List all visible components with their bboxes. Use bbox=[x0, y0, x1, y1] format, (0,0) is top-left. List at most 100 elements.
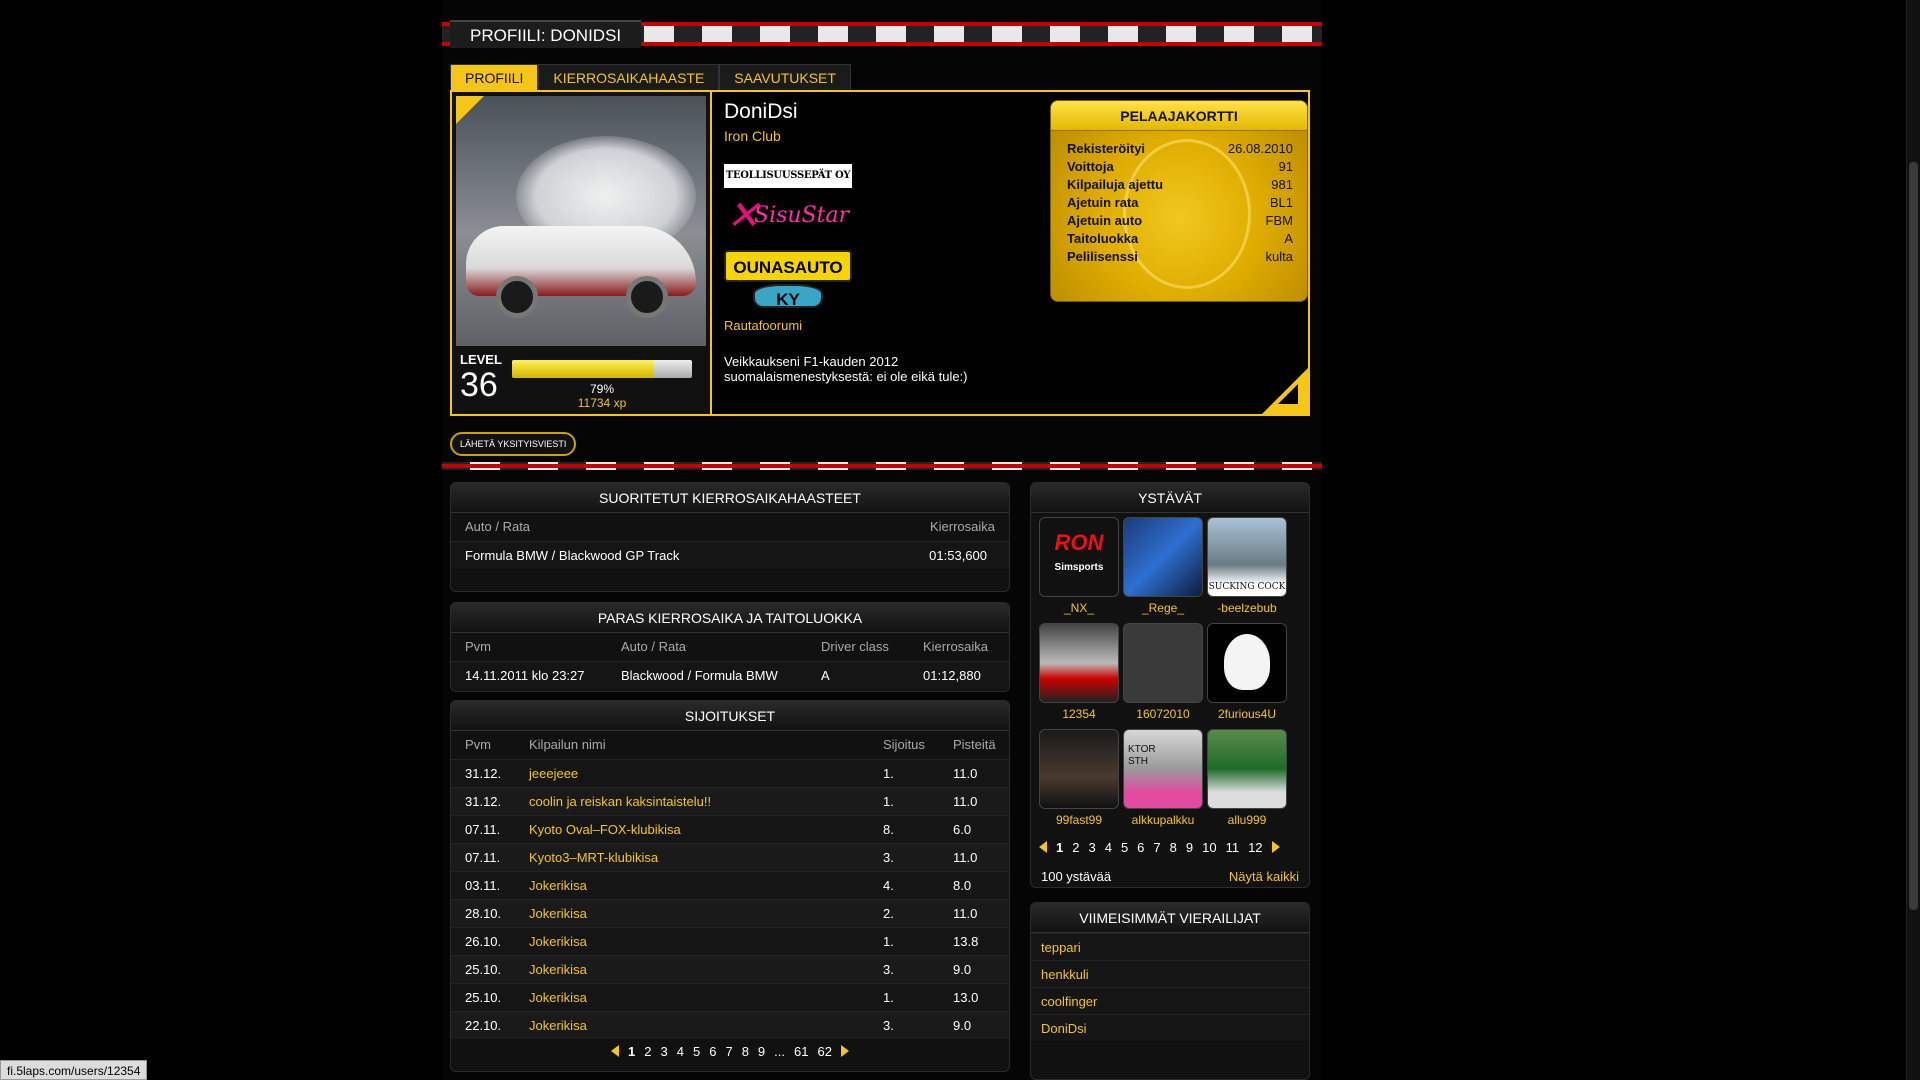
friend-avatar[interactable] bbox=[1123, 623, 1203, 703]
table-row[interactable]: Formula BMW / Blackwood GP Track 01:53,6… bbox=[451, 540, 1009, 569]
friend-avatar[interactable] bbox=[1039, 729, 1119, 809]
title-bar: PROFIILI: DONIDSI bbox=[442, 20, 1322, 48]
friend-avatar[interactable] bbox=[1123, 517, 1203, 597]
page-scrollbar[interactable] bbox=[1906, 0, 1920, 1080]
friend-item[interactable]: KTOR STH alkkupalkku bbox=[1123, 729, 1203, 831]
page-link[interactable]: 1 bbox=[628, 1044, 635, 1059]
placement-race-name[interactable]: Jokerikisa bbox=[515, 870, 869, 899]
page-link[interactable]: 9 bbox=[758, 1044, 765, 1059]
table-row[interactable]: 28.10. Jokerikisa 2. 11.0 bbox=[451, 898, 1009, 927]
page-link[interactable]: 5 bbox=[693, 1044, 700, 1059]
page-link[interactable]: 7 bbox=[725, 1044, 732, 1059]
tab-profile[interactable]: PROFIILI bbox=[450, 64, 539, 90]
avatar-text: SUCKING COCK bbox=[1208, 582, 1286, 592]
xp-progress-fill bbox=[512, 360, 655, 378]
placement-race-name[interactable]: coolin ja reiskan kaksintaistelu!! bbox=[515, 786, 869, 815]
table-row[interactable]: 26.10. Jokerikisa 1. 13.8 bbox=[451, 926, 1009, 955]
show-all-friends-link[interactable]: Näytä kaikki bbox=[1229, 869, 1299, 884]
page-link[interactable]: 8 bbox=[1170, 840, 1177, 855]
wheel-shape bbox=[626, 276, 668, 318]
placement-race-name[interactable]: Jokerikisa bbox=[515, 954, 869, 983]
friend-item[interactable]: SUCKING COCK -beelzebub bbox=[1207, 517, 1287, 619]
placement-race-name[interactable]: Jokerikisa bbox=[515, 1010, 869, 1039]
sponsor-logo-ounasauto[interactable]: OUNASAUTO KY bbox=[724, 250, 852, 314]
friend-avatar[interactable]: RON Simsports bbox=[1039, 517, 1119, 597]
friend-item[interactable]: 99fast99 bbox=[1039, 729, 1119, 831]
tab-achievements[interactable]: SAAVUTUKSET bbox=[719, 64, 851, 90]
page-link[interactable]: 6 bbox=[709, 1044, 716, 1059]
placement-race-name[interactable]: Kyoto3–MRT-klubikisa bbox=[515, 842, 869, 871]
table-row[interactable]: 31.12. coolin ja reiskan kaksintaistelu!!… bbox=[451, 786, 1009, 815]
table-row[interactable]: 07.11. Kyoto Oval–FOX-klubikisa 8. 6.0 bbox=[451, 814, 1009, 843]
section-separator bbox=[442, 462, 1322, 470]
visitor-link[interactable]: teppari bbox=[1031, 933, 1309, 960]
friend-item[interactable]: allu999 bbox=[1207, 729, 1287, 831]
card-key: Voittoja bbox=[1067, 158, 1114, 174]
friend-item[interactable]: 16072010 bbox=[1123, 623, 1203, 725]
table-row[interactable]: 03.11. Jokerikisa 4. 8.0 bbox=[451, 870, 1009, 899]
friend-item[interactable]: _Rege_ bbox=[1123, 517, 1203, 619]
table-row[interactable]: 25.10. Jokerikisa 3. 9.0 bbox=[451, 954, 1009, 983]
friend-avatar[interactable] bbox=[1039, 623, 1119, 703]
table-row[interactable]: 31.12. jeeejeee 1. 11.0 bbox=[451, 758, 1009, 787]
tab-lap-challenge[interactable]: KIERROSAIKAHAASTE bbox=[538, 64, 720, 90]
friend-name[interactable]: _NX_ bbox=[1039, 597, 1119, 619]
placement-date: 28.10. bbox=[451, 898, 515, 927]
visitor-link[interactable]: henkkuli bbox=[1031, 960, 1309, 987]
friend-name[interactable]: 2furious4U bbox=[1207, 703, 1287, 725]
scrollbar-thumb[interactable] bbox=[1909, 162, 1918, 910]
visitor-link[interactable]: coolfinger bbox=[1031, 987, 1309, 1014]
page-link[interactable]: 10 bbox=[1202, 840, 1216, 855]
page-link[interactable]: 9 bbox=[1186, 840, 1193, 855]
table-row[interactable]: 22.10. Jokerikisa 3. 9.0 bbox=[451, 1010, 1009, 1039]
friend-name[interactable]: _Rege_ bbox=[1123, 597, 1203, 619]
placement-race-name[interactable]: Jokerikisa bbox=[515, 926, 869, 955]
profile-club[interactable]: Iron Club bbox=[724, 128, 798, 144]
sponsor-logo-teollisuussepat[interactable]: TEOLLISUUSSEPÄT OY RAAHE bbox=[724, 164, 852, 205]
card-value: A bbox=[1284, 230, 1293, 246]
page-link[interactable]: 11 bbox=[1226, 840, 1240, 855]
friend-avatar[interactable] bbox=[1207, 729, 1287, 809]
placement-race-name[interactable]: Jokerikisa bbox=[515, 982, 869, 1011]
placements-pager: 1 2 3 4 5 6 7 8 9... 61 62 bbox=[451, 1039, 1009, 1063]
page-link[interactable]: 3 bbox=[1088, 840, 1095, 855]
table-row[interactable]: 07.11. Kyoto3–MRT-klubikisa 3. 11.0 bbox=[451, 842, 1009, 871]
friend-name[interactable]: 16072010 bbox=[1123, 703, 1203, 725]
friend-name[interactable]: alkkupalkku bbox=[1123, 809, 1203, 831]
page-link[interactable]: 1 bbox=[1056, 840, 1063, 855]
send-message-button[interactable]: LÄHETÄ YKSITYISVIESTI bbox=[450, 432, 577, 456]
page-link[interactable]: 4 bbox=[1105, 840, 1112, 855]
page-link[interactable]: 4 bbox=[677, 1044, 684, 1059]
table-row[interactable]: 25.10. Jokerikisa 1. 13.0 bbox=[451, 982, 1009, 1011]
friend-item[interactable]: 12354 bbox=[1039, 623, 1119, 725]
page-link[interactable]: 12 bbox=[1248, 840, 1262, 855]
page-link[interactable]: 2 bbox=[1072, 840, 1079, 855]
friend-item[interactable]: RON Simsports _NX_ bbox=[1039, 517, 1119, 619]
page-link[interactable]: 8 bbox=[742, 1044, 749, 1059]
page-link[interactable]: 5 bbox=[1121, 840, 1128, 855]
next-page-icon[interactable] bbox=[1271, 841, 1280, 853]
friend-item[interactable]: 2furious4U bbox=[1207, 623, 1287, 725]
placement-race-name[interactable]: jeeejeee bbox=[515, 758, 869, 787]
prev-page-icon[interactable] bbox=[1039, 841, 1047, 853]
friend-avatar[interactable] bbox=[1207, 623, 1287, 703]
placement-race-name[interactable]: Jokerikisa bbox=[515, 898, 869, 927]
friend-name[interactable]: -beelzebub bbox=[1207, 597, 1287, 619]
page-link[interactable]: 62 bbox=[817, 1044, 831, 1059]
page-link[interactable]: 3 bbox=[661, 1044, 668, 1059]
sponsor-link[interactable]: Rautafoorumi bbox=[724, 318, 802, 333]
friend-name[interactable]: allu999 bbox=[1207, 809, 1287, 831]
page-link[interactable]: 2 bbox=[644, 1044, 651, 1059]
friend-name[interactable]: 99fast99 bbox=[1039, 809, 1119, 831]
friend-avatar[interactable]: KTOR STH bbox=[1123, 729, 1203, 809]
sponsor-logo-sisustar[interactable]: ✕ SisuStar bbox=[724, 192, 852, 244]
friend-avatar[interactable]: SUCKING COCK bbox=[1207, 517, 1287, 597]
placement-race-name[interactable]: Kyoto Oval–FOX-klubikisa bbox=[515, 814, 869, 843]
page-link[interactable]: 7 bbox=[1153, 840, 1160, 855]
next-page-icon[interactable] bbox=[840, 1045, 849, 1057]
prev-page-icon[interactable] bbox=[611, 1045, 620, 1057]
page-link[interactable]: 6 bbox=[1137, 840, 1144, 855]
page-link[interactable]: 61 bbox=[794, 1044, 808, 1059]
visitor-link[interactable]: DoniDsi bbox=[1031, 1014, 1309, 1041]
friend-name[interactable]: 12354 bbox=[1039, 703, 1119, 725]
